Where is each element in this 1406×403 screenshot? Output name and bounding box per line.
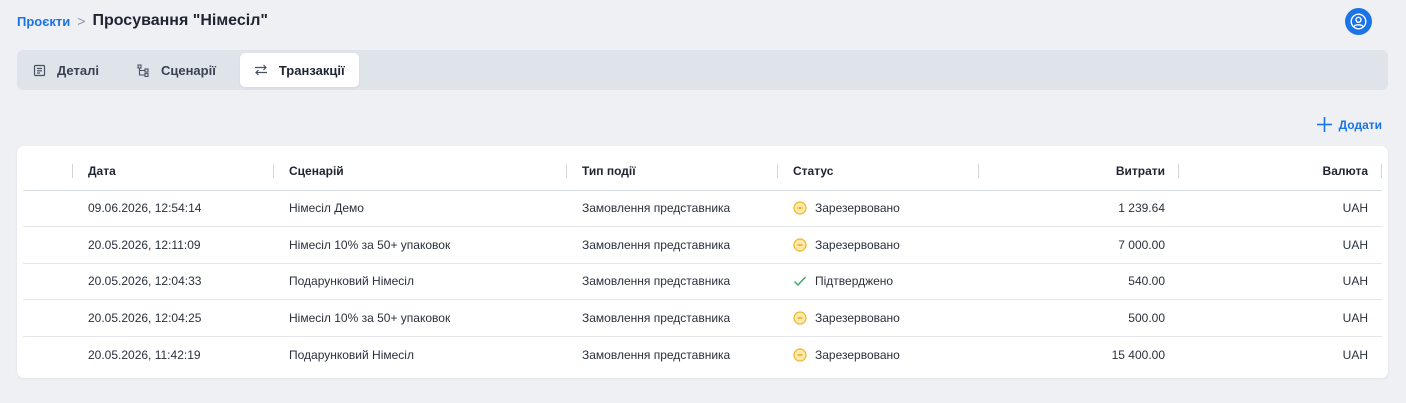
status-cell: Зарезервовано bbox=[777, 226, 978, 264]
plus-icon bbox=[1316, 117, 1332, 132]
status-label: Зарезервовано bbox=[815, 237, 900, 252]
tab-scenarios-label: Сценарії bbox=[160, 62, 216, 78]
add-button[interactable]: Додати bbox=[1316, 116, 1382, 133]
transactions-page: Проєкти > Просування "Німесіл" Деталі Сц… bbox=[0, 0, 1406, 403]
table-row[interactable]: 20.05.2026, 11:42:19 Подарунковий Німесіл… bbox=[23, 336, 1382, 373]
status-cell: Зарезервовано bbox=[777, 299, 978, 337]
breadcrumb-projects-link[interactable]: Проєкти bbox=[17, 14, 70, 29]
column-header-currency[interactable]: Валюта bbox=[1179, 152, 1382, 191]
currency-cell: UAH bbox=[1179, 263, 1382, 301]
table-header-row: Дата Сценарій Тип події Статус Витрати В… bbox=[23, 152, 1382, 191]
row-select-cell bbox=[23, 336, 72, 373]
transfer-icon bbox=[254, 64, 267, 76]
page-title: Просування "Німесіл" bbox=[92, 12, 268, 29]
event-type-cell: Замовлення представника bbox=[582, 347, 731, 362]
event-type-cell: Замовлення представника bbox=[566, 190, 777, 228]
tab-details-label: Деталі bbox=[57, 62, 99, 78]
scenario-cell: Німесіл 10% за 50+ упаковок bbox=[273, 226, 566, 264]
table-row[interactable]: 20.05.2026, 12:11:09 Німесіл 10% за 50+ у… bbox=[23, 226, 1382, 264]
table-row[interactable]: 20.05.2026, 12:04:25 Німесіл 10% за 50+ у… bbox=[23, 299, 1382, 337]
row-select-cell bbox=[23, 190, 72, 228]
date-cell: 20.05.2026, 12:04:33 bbox=[72, 263, 273, 301]
reserved-icon bbox=[793, 311, 807, 325]
transactions-table-card: Дата Сценарій Тип події Статус Витрати В… bbox=[17, 146, 1388, 378]
status-label: Підтверджено bbox=[815, 274, 894, 289]
tab-details[interactable]: Деталі bbox=[19, 53, 113, 87]
currency-cell: UAH bbox=[1179, 190, 1382, 228]
tab-bar: Деталі Сценарії Транзакції bbox=[17, 50, 1388, 90]
scenario-cell: Подарунковий Німесіл bbox=[273, 263, 566, 301]
column-header-event-type[interactable]: Тип події bbox=[566, 152, 777, 191]
status-cell: Зарезервовано bbox=[777, 336, 978, 373]
transactions-table: Дата Сценарій Тип події Статус Витрати В… bbox=[23, 152, 1382, 373]
date-cell: 20.05.2026, 11:42:19 bbox=[88, 347, 201, 362]
document-icon bbox=[33, 64, 46, 76]
user-avatar-button[interactable] bbox=[1345, 8, 1372, 35]
row-select-cell bbox=[23, 263, 72, 301]
user-circle-icon bbox=[1350, 13, 1367, 30]
cost-cell: 1 239.64 bbox=[978, 190, 1179, 228]
currency-cell: UAH bbox=[1342, 347, 1368, 362]
column-header-select bbox=[23, 152, 72, 191]
status-label: Зарезервовано bbox=[815, 201, 900, 216]
tab-scenarios[interactable]: Сценарії bbox=[123, 53, 230, 87]
cost-cell: 7 000.00 bbox=[978, 226, 1179, 264]
event-type-cell: Замовлення представника bbox=[566, 226, 777, 264]
date-cell: 20.05.2026, 12:04:25 bbox=[72, 299, 273, 337]
currency-cell: UAH bbox=[1179, 226, 1382, 264]
cost-cell: 500.00 bbox=[978, 299, 1179, 337]
date-cell: 20.05.2026, 12:11:09 bbox=[72, 226, 273, 264]
status-cell: Зарезервовано bbox=[777, 190, 978, 228]
currency-cell: UAH bbox=[1179, 299, 1382, 337]
add-button-label: Додати bbox=[1338, 117, 1382, 132]
event-type-cell: Замовлення представника bbox=[566, 299, 777, 337]
check-icon bbox=[794, 277, 807, 287]
tab-transactions-label: Транзакції bbox=[278, 62, 345, 78]
column-header-date[interactable]: Дата bbox=[72, 152, 273, 191]
column-header-status[interactable]: Статус bbox=[777, 152, 978, 191]
scenario-cell: Подарунковий Німесіл bbox=[289, 347, 414, 362]
page-header: Проєкти > Просування "Німесіл" bbox=[17, 8, 1386, 35]
tree-icon bbox=[137, 63, 149, 77]
reserved-icon bbox=[793, 238, 807, 252]
event-type-cell: Замовлення представника bbox=[566, 263, 777, 301]
cost-cell: 540.00 bbox=[978, 263, 1179, 301]
reserved-icon bbox=[793, 348, 807, 362]
row-select-cell bbox=[23, 299, 72, 337]
tab-transactions[interactable]: Транзакції bbox=[239, 53, 359, 87]
status-label: Зарезервовано bbox=[815, 311, 900, 326]
status-label: Зарезервовано bbox=[815, 347, 900, 362]
column-header-scenario[interactable]: Сценарій bbox=[273, 152, 566, 191]
date-cell: 09.06.2026, 12:54:14 bbox=[72, 190, 273, 228]
status-cell: Підтверджено bbox=[777, 263, 978, 301]
scenario-cell: Німесіл Демо bbox=[273, 190, 566, 228]
cost-cell: 15 400.00 bbox=[1111, 347, 1165, 362]
reserved-icon bbox=[793, 201, 807, 215]
scenario-cell: Німесіл 10% за 50+ упаковок bbox=[273, 299, 566, 337]
table-row[interactable]: 20.05.2026, 12:04:33 Подарунковий Німесіл… bbox=[23, 263, 1382, 301]
table-row[interactable]: 09.06.2026, 12:54:14 Німесіл Демо Замовлен… bbox=[23, 190, 1382, 228]
column-header-cost[interactable]: Витрати bbox=[978, 152, 1179, 191]
breadcrumb-separator-icon: > bbox=[77, 13, 86, 29]
row-select-cell bbox=[23, 226, 72, 264]
